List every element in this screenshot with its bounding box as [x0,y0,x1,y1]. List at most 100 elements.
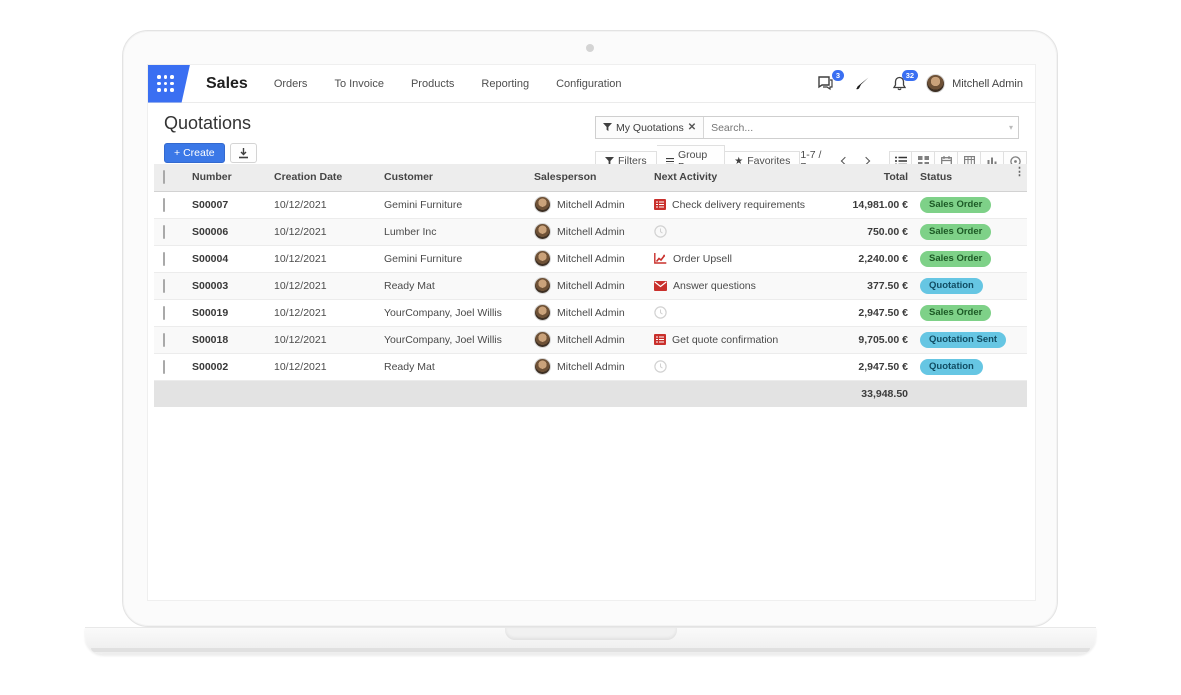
row-number: S00019 [188,299,270,326]
row-creation-date: 10/12/2021 [270,191,380,218]
row-checkbox[interactable] [163,306,165,320]
list-activity-icon[interactable] [654,334,666,345]
header-number[interactable]: Number [188,164,270,191]
odoo-app-window: Sales Orders To Invoice Products Reporti… [147,64,1036,601]
header-customer[interactable]: Customer [380,164,530,191]
laptop-screen-bezel: Sales Orders To Invoice Products Reporti… [122,30,1058,627]
row-checkbox[interactable] [163,333,165,347]
salesperson-avatar [534,331,551,348]
salesperson-avatar [534,358,551,375]
row-total: 2,947.50 € [842,353,916,380]
create-button-label: Create [183,147,215,159]
messages-icon[interactable]: 3 [815,75,835,93]
user-menu[interactable]: Mitchell Admin [926,74,1023,93]
row-number: S00002 [188,353,270,380]
notifications-badge: 32 [902,70,918,81]
table-row[interactable]: S00007 10/12/2021 Gemini Furniture Mitch… [154,191,1027,218]
table-row[interactable]: S00006 10/12/2021 Lumber Inc Mitchell Ad… [154,218,1027,245]
salesperson-avatar [534,304,551,321]
table-header-row: Number Creation Date Customer Salesperso… [154,164,1027,191]
status-badge: Sales Order [920,197,991,213]
row-checkbox[interactable] [163,252,165,266]
row-total: 9,705.00 € [842,326,916,353]
table-row[interactable]: S00018 10/12/2021 YourCompany, Joel Will… [154,326,1027,353]
salesperson-avatar [534,223,551,240]
row-number: S00004 [188,245,270,272]
create-button[interactable]: + Create [164,143,225,163]
status-badge: Quotation [920,359,983,375]
table-footer: 33,948.50 [154,381,1027,407]
row-total: 377.50 € [842,272,916,299]
row-salesperson: Mitchell Admin [557,361,625,373]
status-badge: Sales Order [920,251,991,267]
row-activity-label: Order Upsell [673,253,732,265]
row-checkbox[interactable] [163,279,165,293]
row-checkbox[interactable] [163,198,165,212]
row-total: 750.00 € [842,218,916,245]
clock-activity-icon[interactable] [654,306,667,319]
app-name[interactable]: Sales [206,75,248,93]
row-salesperson: Mitchell Admin [557,280,625,292]
header-total[interactable]: Total [842,164,916,191]
table-row[interactable]: S00003 10/12/2021 Ready Mat Mitchell Adm… [154,272,1027,299]
total-sum: 33,948.50 [861,388,1027,400]
header-next-activity[interactable]: Next Activity [650,164,842,191]
clock-activity-icon[interactable] [654,360,667,373]
row-salesperson: Mitchell Admin [557,226,625,238]
row-total: 14,981.00 € [842,191,916,218]
laptop-mockup: Sales Orders To Invoice Products Reporti… [0,0,1181,695]
row-checkbox[interactable] [163,225,165,239]
download-icon [238,148,249,159]
brush-icon[interactable] [852,75,872,93]
row-creation-date: 10/12/2021 [270,326,380,353]
facet-remove-icon[interactable]: ✕ [688,122,696,133]
row-salesperson: Mitchell Admin [557,253,625,265]
menu-reporting[interactable]: Reporting [481,78,529,90]
search-facet-my-quotations[interactable]: My Quotations ✕ [596,117,704,138]
control-panel: Quotations + Create My Quotations ✕ ▾ [148,103,1035,164]
menu-products[interactable]: Products [411,78,454,90]
table-row[interactable]: S00002 10/12/2021 Ready Mat Mitchell Adm… [154,353,1027,380]
search-caret-icon[interactable]: ▾ [1009,123,1018,132]
envelope-activity-icon[interactable] [654,281,667,291]
row-activity-label: Answer questions [673,280,756,292]
apps-menu-icon[interactable] [148,65,190,103]
row-customer: Lumber Inc [380,218,530,245]
status-badge: Quotation Sent [920,332,1006,348]
row-creation-date: 10/12/2021 [270,353,380,380]
header-status[interactable]: Status ⋮ [916,164,1027,191]
status-badge: Quotation [920,278,983,294]
table-row[interactable]: S00019 10/12/2021 YourCompany, Joel Will… [154,299,1027,326]
select-all-checkbox[interactable] [163,170,165,184]
header-salesperson[interactable]: Salesperson [530,164,650,191]
salesperson-avatar [534,277,551,294]
menu-to-invoice[interactable]: To Invoice [334,78,384,90]
row-creation-date: 10/12/2021 [270,272,380,299]
webcam-icon [586,44,594,52]
row-customer: YourCompany, Joel Willis [380,299,530,326]
table-row[interactable]: S00004 10/12/2021 Gemini Furniture Mitch… [154,245,1027,272]
row-number: S00003 [188,272,270,299]
row-customer: Ready Mat [380,272,530,299]
list-activity-icon[interactable] [654,199,666,210]
bell-icon[interactable]: 32 [889,75,909,93]
user-avatar [926,74,945,93]
menu-configuration[interactable]: Configuration [556,78,621,90]
header-status-label: Status [920,171,952,183]
search-bar[interactable]: My Quotations ✕ ▾ [595,116,1019,139]
row-salesperson: Mitchell Admin [557,334,625,346]
chart-activity-icon[interactable] [654,253,667,264]
clock-activity-icon[interactable] [654,225,667,238]
row-checkbox[interactable] [163,360,165,374]
main-menu: Orders To Invoice Products Reporting Con… [274,78,622,90]
optional-columns-icon[interactable]: ⋮ [1014,170,1025,175]
row-customer: Gemini Furniture [380,245,530,272]
row-activity-label: Check delivery requirements [672,199,805,211]
row-customer: Gemini Furniture [380,191,530,218]
search-input[interactable] [704,122,1009,134]
row-customer: YourCompany, Joel Willis [380,326,530,353]
header-creation-date[interactable]: Creation Date [270,164,380,191]
menu-orders[interactable]: Orders [274,78,308,90]
row-customer: Ready Mat [380,353,530,380]
export-button[interactable] [230,143,257,163]
